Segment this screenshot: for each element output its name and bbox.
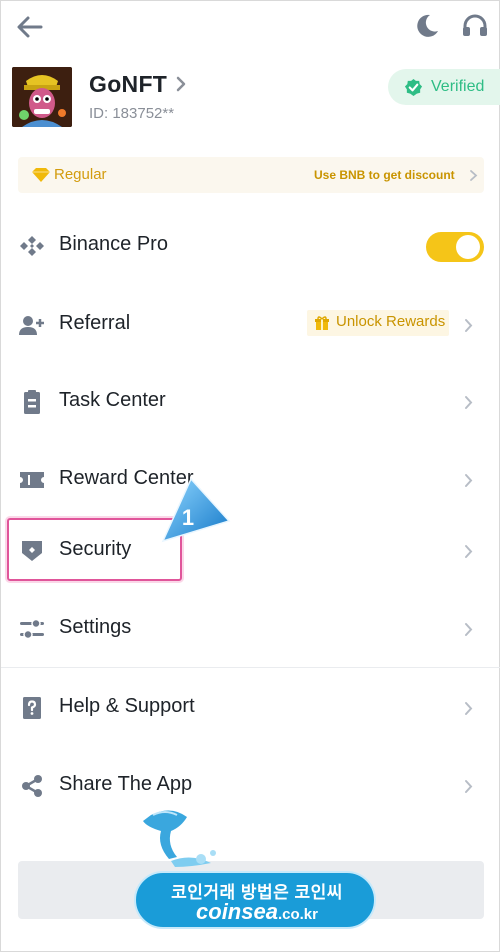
help-icon — [23, 697, 41, 719]
headset-icon[interactable] — [461, 12, 489, 40]
unlock-rewards-label: Unlock Rewards — [336, 313, 446, 330]
tier-name: Regular — [54, 166, 107, 183]
avatar[interactable] — [12, 67, 72, 127]
chevron-right-icon — [465, 545, 473, 558]
menu-item-referral[interactable]: Referral Unlock Rewards — [1, 295, 500, 355]
chevron-right-icon — [465, 396, 473, 409]
menu-item-label: Task Center — [59, 389, 166, 411]
verified-badge[interactable]: Verified — [388, 69, 500, 105]
menu-item-label: Settings — [59, 616, 132, 638]
toggle-knob — [456, 235, 480, 259]
chevron-right-icon — [470, 170, 478, 181]
binance-pro-toggle[interactable] — [426, 232, 484, 262]
chevron-right-icon — [465, 319, 473, 332]
menu-item-reward-center[interactable]: Reward Center — [1, 450, 500, 510]
moon-icon[interactable] — [413, 12, 441, 40]
menu-item-settings[interactable]: Settings — [1, 599, 500, 659]
chevron-right-icon — [465, 780, 473, 793]
ticket-icon — [20, 472, 44, 488]
check-circle-icon — [404, 78, 423, 97]
clipboard-icon — [24, 390, 40, 414]
section-divider — [1, 667, 500, 668]
gift-icon — [315, 316, 329, 330]
menu-item-task-center[interactable]: Task Center — [1, 372, 500, 432]
chevron-right-icon[interactable] — [174, 75, 188, 93]
chevron-right-icon — [465, 623, 473, 636]
share-icon — [22, 775, 42, 797]
verified-label: Verified — [431, 78, 485, 95]
step-badge: 1 — [161, 477, 231, 543]
arrow-left-icon[interactable] — [15, 13, 45, 41]
top-bar — [1, 1, 500, 53]
watermark-domain-suffix: .co.kr — [277, 906, 318, 923]
bnb-discount-link[interactable]: Use BNB to get discount — [314, 168, 455, 182]
menu-item-label: Share The App — [59, 773, 193, 795]
tutorial-highlight-box — [7, 518, 182, 581]
user-id: ID: 183752** — [89, 105, 175, 122]
unlock-rewards-badge[interactable]: Unlock Rewards — [307, 310, 449, 336]
watermark-domain: coinsea.co.kr — [136, 899, 378, 925]
menu-item-label: Binance Pro — [59, 233, 168, 255]
binance-logo-icon — [20, 236, 44, 256]
menu-item-binance-pro[interactable]: Binance Pro — [1, 216, 500, 276]
watermark-domain-main: coinsea — [196, 899, 278, 924]
chevron-right-icon — [465, 474, 473, 487]
nickname[interactable]: GoNFT — [89, 71, 167, 98]
menu-item-label: Help & Support — [59, 695, 195, 717]
watermark-badge: 코인거래 방법은 코인씨 coinsea.co.kr — [134, 871, 376, 929]
step-number: 1 — [182, 505, 194, 530]
vip-tier-banner[interactable]: Regular Use BNB to get discount — [18, 157, 484, 193]
menu-item-label: Referral — [59, 312, 131, 334]
diamond-icon — [32, 168, 50, 182]
chevron-right-icon — [465, 702, 473, 715]
sliders-icon — [20, 618, 44, 640]
menu-item-help-support[interactable]: Help & Support — [1, 678, 500, 738]
profile-header: GoNFT ID: 183752** Verified — [1, 67, 500, 131]
add-user-icon — [19, 316, 44, 335]
